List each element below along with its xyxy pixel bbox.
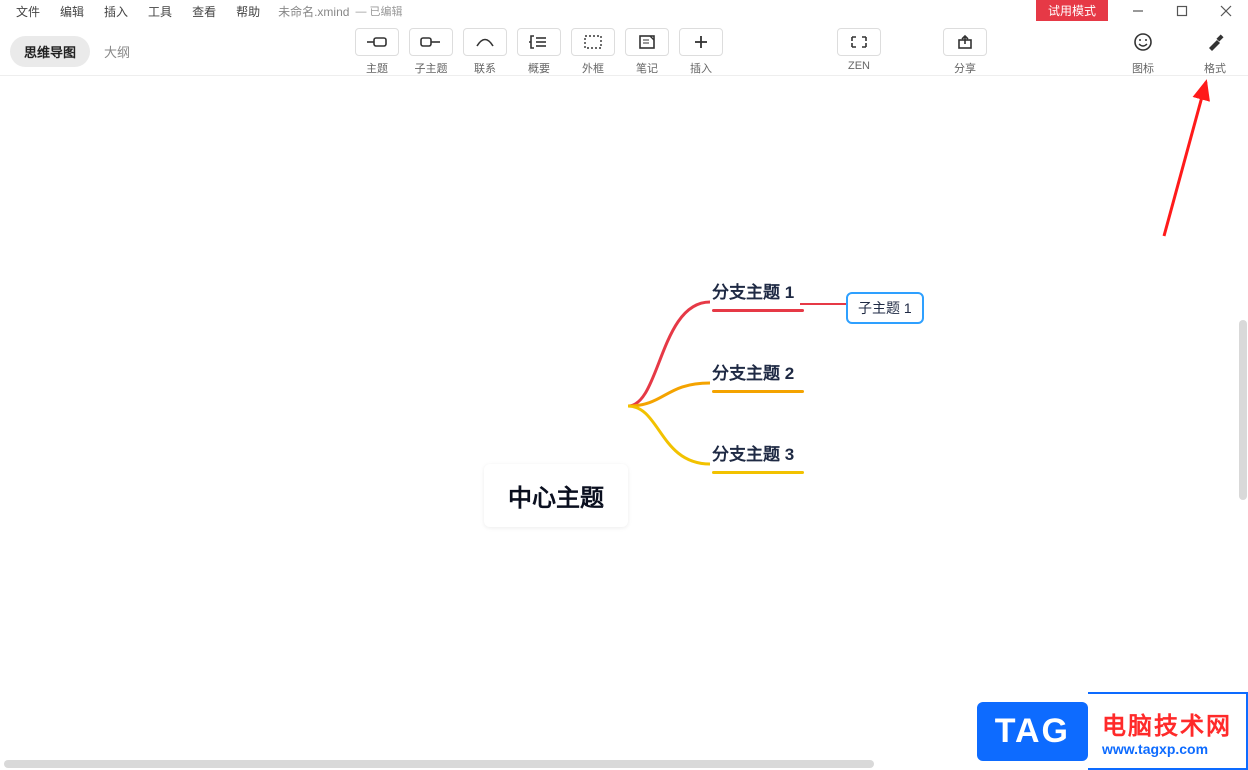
window-maximize-button[interactable]	[1160, 0, 1204, 22]
format-label: 格式	[1204, 60, 1226, 76]
window-minimize-button[interactable]	[1116, 0, 1160, 22]
branch-topic-1-label: 分支主题 1	[712, 283, 794, 302]
toolbar-right: 图标 格式	[1120, 28, 1238, 76]
menu-help[interactable]: 帮助	[226, 1, 270, 22]
notes-icon	[625, 28, 669, 56]
boundary-button[interactable]: 外框	[570, 28, 616, 76]
share-label: 分享	[954, 60, 976, 76]
share-button[interactable]: 分享	[942, 28, 988, 76]
document-name: 未命名.xmind	[278, 3, 349, 20]
notes-label: 笔记	[636, 60, 658, 76]
topic-label: 主题	[366, 60, 388, 76]
window-close-button[interactable]	[1204, 0, 1248, 22]
insert-label: 插入	[690, 60, 712, 76]
view-outline-tab[interactable]: 大纲	[90, 36, 144, 67]
summary-button[interactable]: 概要	[516, 28, 562, 76]
branch-topic-3-label: 分支主题 3	[712, 445, 794, 464]
subtopic-label: 子主题	[415, 60, 448, 76]
relation-label: 联系	[474, 60, 496, 76]
toolbar-strip: 思维导图 大纲 主题 子主题 联系 概要 外框 笔记 插入	[0, 22, 1248, 76]
topic-icon	[355, 28, 399, 56]
menu-tools[interactable]: 工具	[138, 1, 182, 22]
menu-view[interactable]: 查看	[182, 1, 226, 22]
branch-topic-2-label: 分支主题 2	[712, 364, 794, 383]
subtopic-button[interactable]: 子主题	[408, 28, 454, 76]
subtopic-node-1[interactable]: 子主题 1	[846, 292, 924, 324]
watermark-line1: 电脑技术网	[1102, 706, 1232, 741]
boundary-label: 外框	[582, 60, 604, 76]
summary-icon	[517, 28, 561, 56]
branch-topic-1[interactable]: 分支主题 1	[712, 278, 804, 312]
boundary-icon	[571, 28, 615, 56]
menu-insert[interactable]: 插入	[94, 1, 138, 22]
annotation-arrow	[1014, 76, 1214, 276]
horizontal-scroll-thumb[interactable]	[4, 760, 874, 768]
branch-topic-3[interactable]: 分支主题 3	[712, 440, 804, 474]
view-mindmap-tab[interactable]: 思维导图	[10, 36, 90, 67]
zen-icon	[837, 28, 881, 56]
smile-icon	[1121, 28, 1165, 56]
vertical-scroll-thumb[interactable]	[1239, 320, 1247, 500]
summary-label: 概要	[528, 60, 550, 76]
brush-icon	[1193, 28, 1237, 56]
icons-label: 图标	[1132, 60, 1154, 76]
trial-badge: 试用模式	[1036, 0, 1108, 21]
connectors	[0, 76, 1248, 758]
mindmap-canvas[interactable]: 中心主题 分支主题 1 分支主题 2 分支主题 3 子主题 1	[0, 76, 1248, 758]
vertical-scrollbar[interactable]	[1238, 80, 1248, 754]
share-icon	[943, 28, 987, 56]
subtopic-icon	[409, 28, 453, 56]
branch-topic-2[interactable]: 分支主题 2	[712, 359, 804, 393]
menu-edit[interactable]: 编辑	[50, 1, 94, 22]
zen-button[interactable]: ZEN	[836, 28, 882, 76]
view-toggle: 思维导图 大纲	[10, 36, 144, 67]
topic-button[interactable]: 主题	[354, 28, 400, 76]
icons-button[interactable]: 图标	[1120, 28, 1166, 76]
insert-button[interactable]: 插入	[678, 28, 724, 76]
menu-file[interactable]: 文件	[6, 1, 50, 22]
document-status: — 已编辑	[355, 3, 402, 19]
watermark: TAG 电脑技术网 www.tagxp.com	[977, 692, 1248, 770]
watermark-line2: www.tagxp.com	[1102, 741, 1232, 757]
window-controls	[1116, 0, 1248, 22]
notes-button[interactable]: 笔记	[624, 28, 670, 76]
relation-button[interactable]: 联系	[462, 28, 508, 76]
plus-icon	[679, 28, 723, 56]
toolbar-zen-share: ZEN 分享	[836, 28, 988, 76]
center-topic[interactable]: 中心主题	[484, 464, 628, 527]
format-button[interactable]: 格式	[1192, 28, 1238, 76]
relation-icon	[463, 28, 507, 56]
zen-label: ZEN	[848, 60, 870, 72]
watermark-tag: TAG	[977, 702, 1088, 761]
main-toolbar: 主题 子主题 联系 概要 外框 笔记 插入	[354, 28, 724, 76]
